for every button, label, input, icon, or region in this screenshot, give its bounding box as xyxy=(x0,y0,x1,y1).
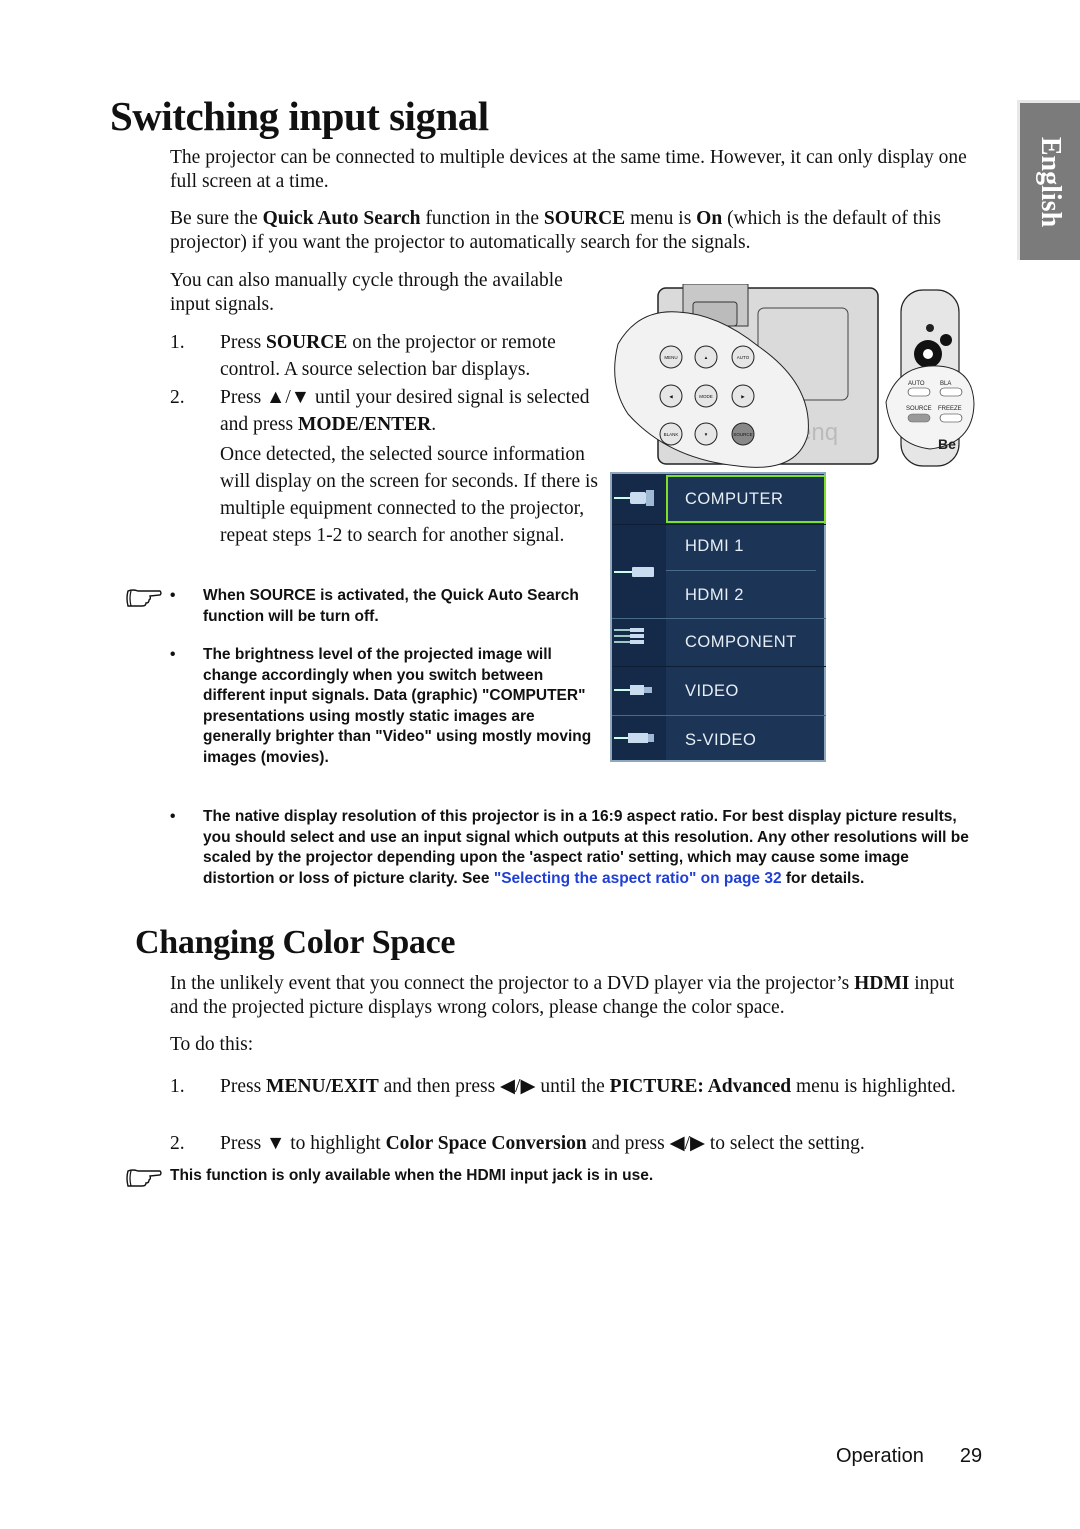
svg-text:BLA: BLA xyxy=(940,381,951,387)
menu-exit-button: MENU xyxy=(659,345,683,369)
color-step-2: 2. Press ▼ to highlight Color Space Conv… xyxy=(170,1130,980,1158)
note-brightness: • The brightness level of the projected … xyxy=(170,645,600,768)
svg-text:FREEZE: FREEZE xyxy=(938,406,962,412)
source-icon-column xyxy=(612,474,666,760)
step-text: Press ▲/▼ until your desired signal is s… xyxy=(220,387,590,435)
language-tab-label: English xyxy=(1035,136,1066,227)
down-button: ▼ xyxy=(694,422,718,446)
color-step-1: 1. Press MENU/EXIT and then press ◀/▶ un… xyxy=(170,1073,980,1129)
blank-button: BLANK xyxy=(659,422,683,446)
source-item-component[interactable]: COMPONENT xyxy=(666,618,826,666)
section-title-color-space: Changing Color Space xyxy=(135,924,456,961)
svg-text:◀: ◀ xyxy=(669,394,673,399)
step-text: Press SOURCE on the projector or remote … xyxy=(220,332,556,380)
note-text: When SOURCE is activated, the Quick Auto… xyxy=(203,587,579,625)
source-item-hdmi-2[interactable]: HDMI 2 xyxy=(666,571,826,619)
quick-auto-search-paragraph: Be sure the Quick Auto Search function i… xyxy=(170,208,941,253)
intro-paragraph: The projector can be connected to multip… xyxy=(170,147,967,192)
note-quick-auto-off: • When SOURCE is activated, the Quick Au… xyxy=(126,586,600,627)
step-number: 1. xyxy=(170,332,185,353)
step-2: 2. Press ▲/▼ until your desired signal i… xyxy=(170,384,600,438)
source-item-computer[interactable]: COMPUTER xyxy=(666,475,826,523)
svg-text:MENU: MENU xyxy=(664,355,677,360)
source-item-hdmi-1[interactable]: HDMI 1 xyxy=(666,522,826,570)
pointing-hand-icon xyxy=(126,589,162,607)
color-space-intro: In the unlikely event that you connect t… xyxy=(170,973,955,1018)
step-text: Press MENU/EXIT and then press ◀/▶ until… xyxy=(220,1076,956,1097)
note-hdmi-only: This function is only available when the… xyxy=(126,1166,980,1187)
pointing-hand-icon xyxy=(126,1169,162,1187)
step-text: Press ▼ to highlight Color Space Convers… xyxy=(220,1133,865,1154)
svg-text:MODE: MODE xyxy=(699,394,713,399)
svg-text:AUTO: AUTO xyxy=(908,381,925,387)
projector-control-illustration: enq MENU ▲ AUTO ◀ MODE ▶ BLANK ▼ SOURCE … xyxy=(614,284,975,468)
vga-connector-icon xyxy=(614,490,654,506)
page-number: 29 xyxy=(959,1445,983,1467)
component-connector-icon xyxy=(614,628,644,644)
section-title-switching-input: Switching input signal xyxy=(110,93,489,139)
step-number: 2. xyxy=(170,1133,185,1154)
step-2-detail: Once detected, the selected source infor… xyxy=(220,444,598,546)
to-do-label: To do this: xyxy=(170,1034,254,1055)
hdmi-connector-icon xyxy=(614,567,654,577)
mode-enter-button: MODE xyxy=(694,384,718,408)
svg-text:▼: ▼ xyxy=(704,432,708,437)
right-button: ▶ xyxy=(731,384,755,408)
step-number: 2. xyxy=(170,387,185,408)
page-footer: Operation 29 xyxy=(836,1445,982,1468)
note-native-resolution: • The native display resolution of this … xyxy=(170,807,980,889)
step-number: 1. xyxy=(170,1076,185,1097)
manual-cycle-paragraph: You can also manually cycle through the … xyxy=(170,270,563,315)
step-1: 1. Press SOURCE on the projector or remo… xyxy=(170,329,600,383)
remote-power-button xyxy=(926,324,934,332)
s-video-connector-icon xyxy=(614,733,654,743)
svg-text:SOURCE: SOURCE xyxy=(906,406,932,412)
svg-text:▲: ▲ xyxy=(704,355,708,360)
note-text: The brightness level of the projected im… xyxy=(203,646,592,766)
language-tab: English xyxy=(1017,100,1080,260)
svg-text:▶: ▶ xyxy=(741,394,745,399)
svg-text:Be: Be xyxy=(938,436,956,452)
source-item-video[interactable]: VIDEO xyxy=(666,667,826,715)
remote-laser-button xyxy=(940,334,952,346)
up-button: ▲ xyxy=(694,345,718,369)
svg-text:SOURCE: SOURCE xyxy=(733,432,752,437)
video-connector-icon xyxy=(614,685,652,695)
left-button: ◀ xyxy=(659,384,683,408)
aspect-ratio-link[interactable]: "Selecting the aspect ratio" on page 32 xyxy=(494,870,782,887)
svg-text:BLANK: BLANK xyxy=(664,432,679,437)
note-text: This function is only available when the… xyxy=(170,1167,654,1184)
auto-button: AUTO xyxy=(731,345,755,369)
svg-text:AUTO: AUTO xyxy=(737,355,750,360)
note-text: The native display resolution of this pr… xyxy=(203,808,969,887)
source-selection-bar: COMPUTER HDMI 1 HDMI 2 COMPONENT VIDEO S… xyxy=(610,472,826,762)
source-item-s-video[interactable]: S-VIDEO xyxy=(666,716,826,764)
source-button: SOURCE xyxy=(731,422,755,446)
footer-section: Operation xyxy=(836,1445,924,1467)
